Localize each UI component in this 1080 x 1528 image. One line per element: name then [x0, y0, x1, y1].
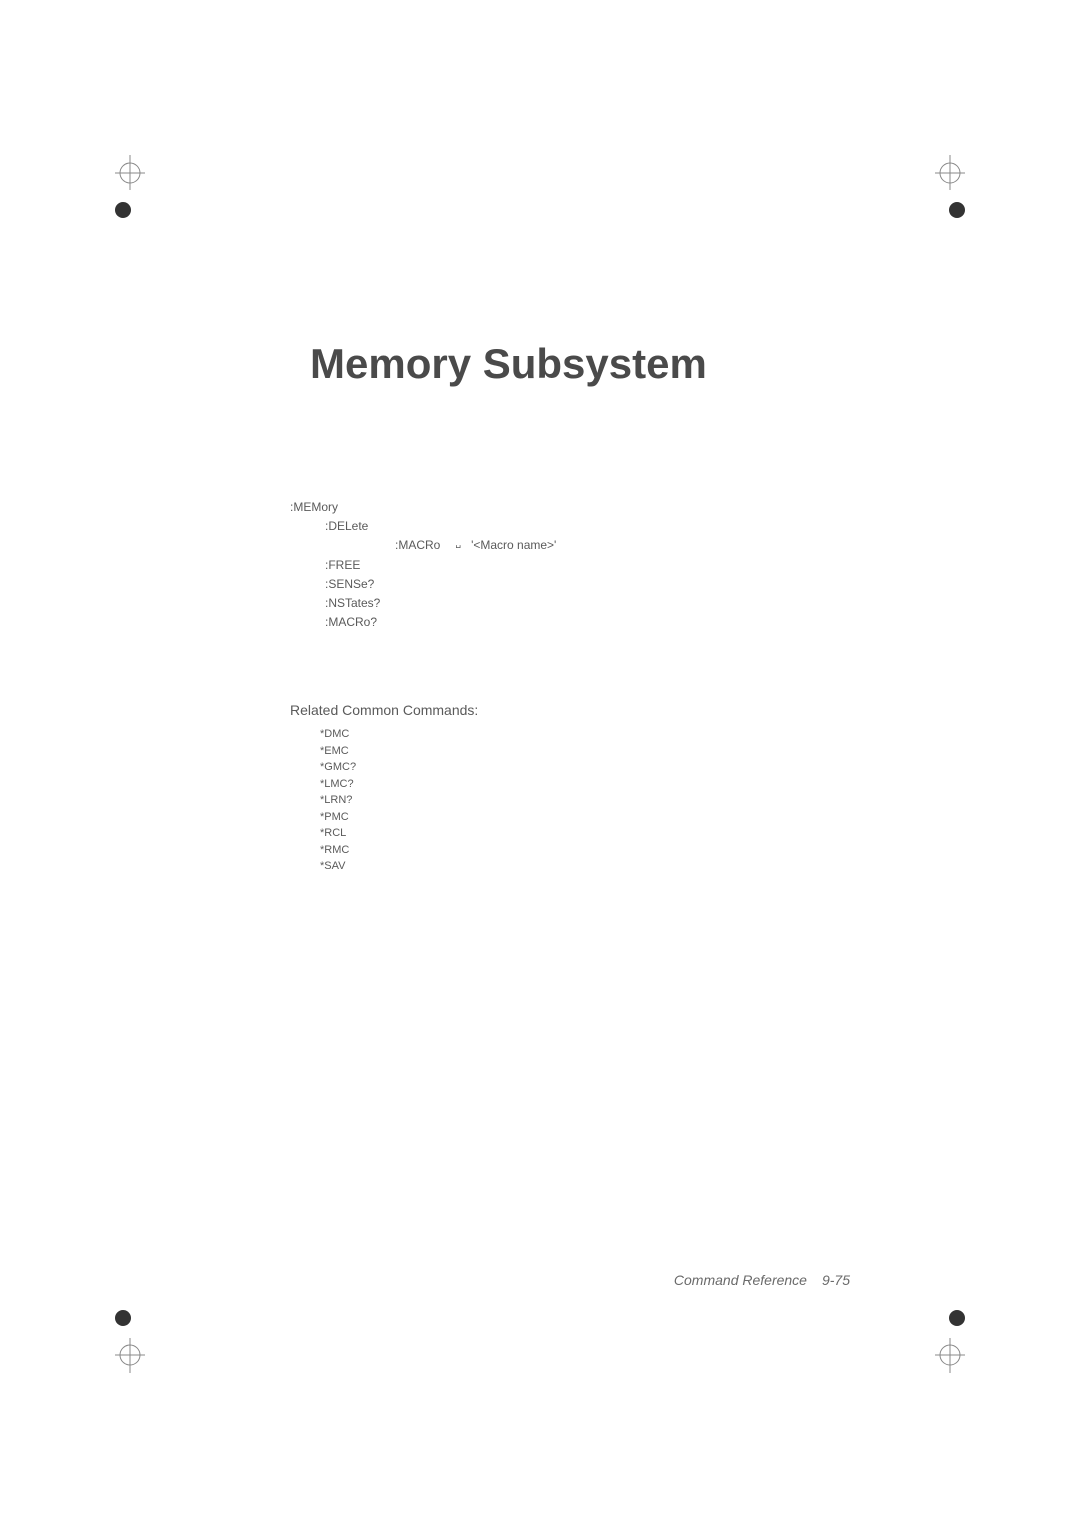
list-item: *PMC — [320, 809, 880, 826]
related-title: Related Common Commands: — [290, 702, 880, 718]
macro-command: :MACRo — [395, 536, 440, 555]
tree-root: :MEMory — [290, 498, 880, 517]
tree-item: :FREE — [325, 556, 880, 575]
space-indicator: ␣ — [455, 536, 461, 555]
page-footer: Command Reference 9-75 — [674, 1272, 850, 1288]
list-item: *DMC — [320, 726, 880, 743]
page-title: Memory Subsystem — [290, 340, 880, 388]
list-item: *LRN? — [320, 792, 880, 809]
crop-mark-bottom-left — [95, 1303, 155, 1373]
tree-item: :MACRo? — [325, 613, 880, 632]
tree-item: :SENSe? — [325, 575, 880, 594]
crop-mark-top-left — [95, 155, 155, 225]
list-item: *SAV — [320, 858, 880, 875]
tree-item: :DELete — [325, 517, 880, 536]
list-item: *EMC — [320, 743, 880, 760]
tree-subitem: :MACRo ␣ '<Macro name>' — [395, 536, 880, 555]
tree-item: :NSTates? — [325, 594, 880, 613]
crop-mark-bottom-right — [925, 1303, 985, 1373]
crop-mark-top-right — [925, 155, 985, 225]
page-content: Memory Subsystem :MEMory :DELete :MACRo … — [290, 340, 880, 875]
related-commands-section: Related Common Commands: *DMC *EMC *GMC?… — [290, 702, 880, 875]
list-item: *GMC? — [320, 759, 880, 776]
related-commands-list: *DMC *EMC *GMC? *LMC? *LRN? *PMC *RCL *R… — [320, 726, 880, 875]
footer-label: Command Reference — [674, 1272, 807, 1288]
list-item: *RMC — [320, 842, 880, 859]
list-item: *LMC? — [320, 776, 880, 793]
footer-page-number: 9-75 — [822, 1272, 850, 1288]
command-tree: :MEMory :DELete :MACRo ␣ '<Macro name>' … — [290, 498, 880, 632]
macro-param: '<Macro name>' — [471, 536, 556, 555]
list-item: *RCL — [320, 825, 880, 842]
